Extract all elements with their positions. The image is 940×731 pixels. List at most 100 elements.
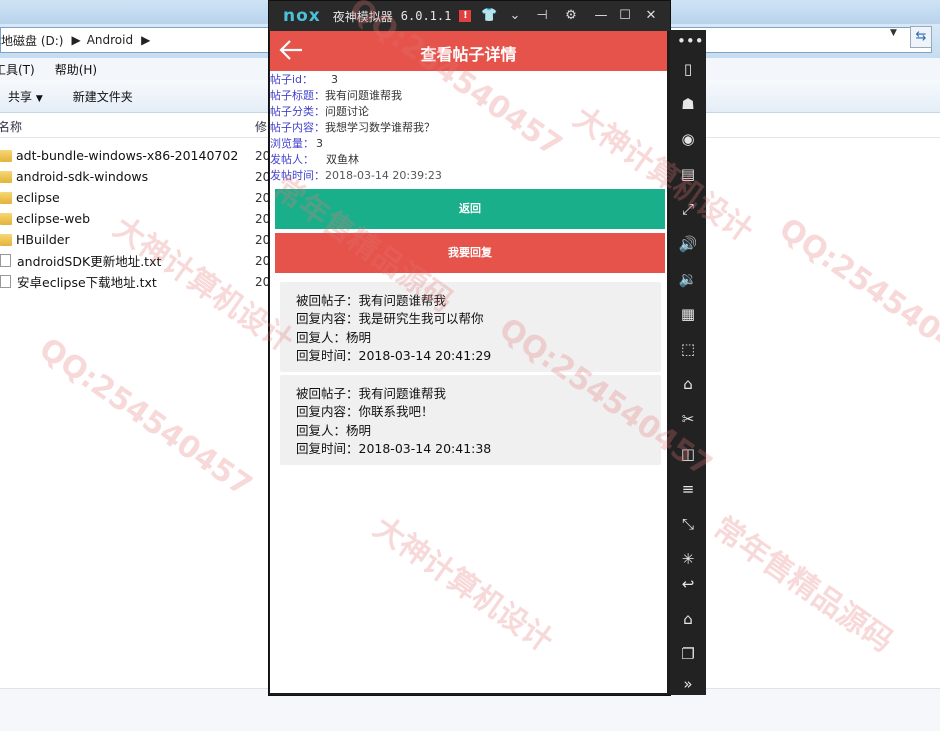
reply-card: 被回帖子：我有问题谁帮我 回复内容：你联系我吧！ 回复人：杨明 回复时间：201… <box>280 375 661 465</box>
expand-icon[interactable]: » <box>677 673 699 695</box>
emulator-window: nox 夜神模拟器 6.0.1.1 ! 👕 ⌄ ⊣ ⚙ — ☐ ✕ 查看帖子详情… <box>268 0 671 696</box>
folder-icon <box>0 170 12 183</box>
file-name: adt-bundle-windows-x86-20140702 <box>16 148 239 163</box>
reply-post: 被回帖子：我有问题谁帮我 <box>296 386 447 401</box>
post-details: 帖子id： 3 帖子标题： 我有问题谁帮我 帖子分类： 问题讨论 帖子内容： 我想学习数… <box>270 71 667 183</box>
file-name: eclipse <box>16 190 60 205</box>
alert-icon[interactable]: ! <box>459 10 472 22</box>
minimize-icon[interactable]: — <box>593 8 609 23</box>
emulator-titlebar: nox 夜神模拟器 6.0.1.1 ! 👕 ⌄ ⊣ ⚙ — ☐ ✕ <box>269 1 670 31</box>
back-icon[interactable]: ↩ <box>677 573 699 595</box>
share-label: 共享 <box>8 89 33 104</box>
refresh-icon[interactable]: ⇆ <box>910 26 932 48</box>
breadcrumb-arrow-icon[interactable]: ▶ <box>141 33 150 47</box>
toolbox-icon[interactable]: ▦ <box>677 303 699 325</box>
detail-row: 发帖时间： 2018-03-14 20:39:23 <box>270 167 667 183</box>
column-modified[interactable]: 修 <box>255 118 267 135</box>
android-screen: 查看帖子详情 帖子id： 3 帖子标题： 我有问题谁帮我 帖子分类： 问题讨论 帖子内… <box>270 31 667 693</box>
folder-icon <box>0 233 12 246</box>
share-button[interactable]: 共享 ▼ <box>8 88 43 105</box>
chevron-down-icon: ▼ <box>35 93 43 104</box>
detail-row: 发帖人： 双鱼林 <box>270 151 667 167</box>
list-item[interactable]: androidSDK更新地址.txt 20 <box>0 250 270 271</box>
link-icon[interactable]: ⤡ <box>677 513 699 535</box>
detail-label: 浏览量： <box>270 137 314 150</box>
detail-row: 帖子分类： 问题讨论 <box>270 103 667 119</box>
detail-value: 3 <box>316 136 323 150</box>
screenshot-icon[interactable]: ⬚ <box>677 338 699 360</box>
emulator-version: 6.0.1.1 <box>400 9 452 23</box>
list-item[interactable]: eclipse 20 <box>0 187 270 208</box>
text-file-icon <box>0 254 11 267</box>
reply-time: 回复时间：2018-03-14 20:41:29 <box>296 348 492 363</box>
reply-content: 回复内容：你联系我吧！ <box>296 404 434 419</box>
apk-icon[interactable]: ⌂ <box>677 373 699 395</box>
home-icon[interactable]: ⌂ <box>677 608 699 630</box>
detail-row: 浏览量： 3 <box>270 135 667 151</box>
fullscreen-icon[interactable]: ⤢ <box>677 198 699 220</box>
menu-help[interactable]: 帮助(H) <box>55 61 97 78</box>
more-icon[interactable]: ••• <box>677 30 704 52</box>
column-name[interactable]: 名称 <box>0 118 22 135</box>
detail-value: 问题讨论 <box>325 105 369 118</box>
file-name: 安卓eclipse下载地址.txt <box>17 275 157 290</box>
breadcrumb-android[interactable]: Android <box>87 33 133 47</box>
reply-content: 回复内容：我是研究生我可以帮你 <box>296 311 484 326</box>
detail-label: 帖子标题： <box>270 89 325 102</box>
list-item[interactable]: android-sdk-windows 20 <box>0 166 270 187</box>
list-item[interactable]: adt-bundle-windows-x86-20140702 20 <box>0 145 270 166</box>
pin-icon[interactable]: ⊣ <box>534 8 550 23</box>
detail-row: 帖子id： 3 <box>270 71 667 87</box>
text-file-icon <box>0 275 11 288</box>
file-name: eclipse-web <box>16 211 91 226</box>
list-item[interactable]: 安卓eclipse下载地址.txt 20 <box>0 271 270 292</box>
app-bar: 查看帖子详情 <box>270 31 667 71</box>
location-icon[interactable]: ◉ <box>677 128 699 150</box>
list-item[interactable]: eclipse-web 20 <box>0 208 270 229</box>
breadcrumb-drive[interactable]: 本地磁盘 (D:) <box>0 32 63 49</box>
emulator-sidebar: ••• ▯ ☗ ◉ ▤ ⤢ 🔊 🔉 ▦ ⬚ ⌂ ✂ ◫ ≡ ⤡ ✳ ↩ ⌂ ❐ … <box>670 30 706 695</box>
chevron-down-icon[interactable]: ⌄ <box>507 8 523 23</box>
multi-window-icon[interactable]: ◫ <box>677 443 699 465</box>
skin-icon[interactable]: 👕 <box>481 8 497 23</box>
detail-value: 我有问题谁帮我 <box>325 89 402 102</box>
detail-row: 帖子内容： 我想学习数学谁帮我？ <box>270 119 667 135</box>
loading-icon[interactable]: ✳ <box>677 548 699 570</box>
gear-icon[interactable]: ⚙ <box>563 8 579 23</box>
close-icon[interactable]: ✕ <box>643 8 659 23</box>
scissors-icon[interactable]: ✂ <box>677 408 699 430</box>
maximize-icon[interactable]: ☐ <box>617 8 633 23</box>
detail-label: 帖子分类： <box>270 105 325 118</box>
nox-logo: nox <box>283 6 321 26</box>
back-button[interactable]: 返回 <box>275 189 665 229</box>
volume-up-icon[interactable]: 🔊 <box>677 233 699 255</box>
detail-value: 2018-03-14 20:39:23 <box>325 168 442 182</box>
file-name: HBuilder <box>16 232 70 247</box>
reply-post: 被回帖子：我有问题谁帮我 <box>296 293 447 308</box>
file-name: androidSDK更新地址.txt <box>17 254 162 269</box>
reply-user: 回复人：杨明 <box>296 330 372 345</box>
detail-value: 我想学习数学谁帮我？ <box>325 121 435 134</box>
recent-apps-icon[interactable]: ❐ <box>677 643 699 665</box>
robot-icon[interactable]: ☗ <box>677 93 699 115</box>
folder-icon <box>0 149 12 162</box>
new-folder-button[interactable]: 新建文件夹 <box>73 88 133 105</box>
file-name: android-sdk-windows <box>16 169 149 184</box>
reply-card: 被回帖子：我有问题谁帮我 回复内容：我是研究生我可以帮你 回复人：杨明 回复时间… <box>280 282 661 372</box>
keyboard-icon[interactable]: ▤ <box>677 163 699 185</box>
list-item[interactable]: HBuilder 20 <box>0 229 270 250</box>
page-title: 查看帖子详情 <box>420 45 517 64</box>
folder-icon <box>0 212 12 225</box>
volume-down-icon[interactable]: 🔉 <box>677 268 699 290</box>
shake-icon[interactable]: ▯ <box>677 58 699 80</box>
menu-icon[interactable]: ≡ <box>677 478 699 500</box>
detail-label: 发帖人： <box>270 153 314 166</box>
reply-button[interactable]: 我要回复 <box>275 233 665 273</box>
detail-row: 帖子标题： 我有问题谁帮我 <box>270 87 667 103</box>
detail-value: 双鱼林 <box>326 153 359 166</box>
menu-tools[interactable]: 工具(T) <box>0 61 35 78</box>
breadcrumb-arrow-icon[interactable]: ▶ <box>71 33 80 47</box>
file-list: adt-bundle-windows-x86-20140702 20 androi… <box>0 145 270 292</box>
address-dropdown-icon[interactable]: ▼ <box>890 28 897 38</box>
detail-label: 帖子内容： <box>270 121 325 134</box>
